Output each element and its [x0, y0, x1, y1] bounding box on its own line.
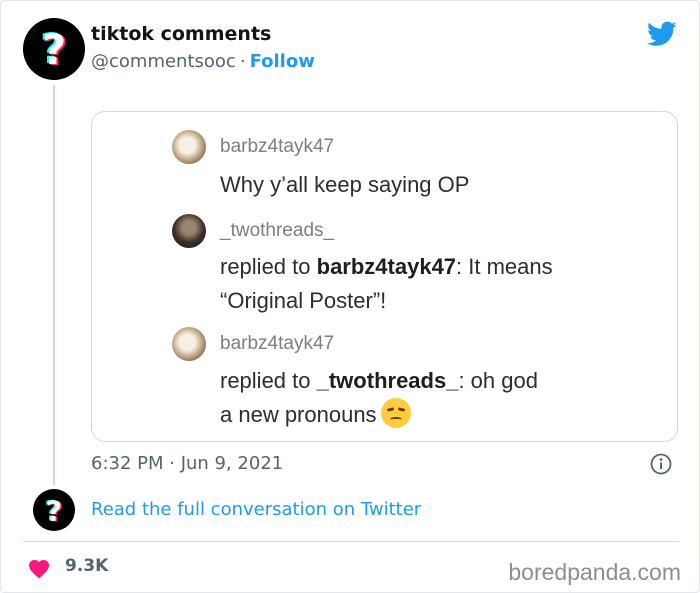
- heart-icon[interactable]: [27, 557, 51, 579]
- tiktok-question-mark-icon: ? ? ?: [44, 494, 63, 528]
- tiktok-question-mark-icon: ? ? ?: [40, 24, 68, 75]
- reply-target: barbz4tayk47: [316, 254, 457, 279]
- svg-text:?: ?: [42, 25, 66, 74]
- comment-text: Why y’all keep saying OP: [220, 172, 470, 197]
- watermark: boredpanda.com: [508, 559, 681, 585]
- svg-text:?: ?: [46, 495, 62, 528]
- tweet-timestamp[interactable]: 6:32 PM · Jun 9, 2021: [91, 453, 283, 474]
- reply-text: : oh god: [458, 368, 538, 393]
- comment-avatar: [172, 130, 206, 164]
- reply-author-avatar[interactable]: ? ? ?: [33, 489, 75, 531]
- comment-text: replied to barbz4tayk47: It means: [220, 250, 553, 284]
- reply-target: _twothreads_: [316, 368, 459, 393]
- author-name[interactable]: tiktok comments: [91, 23, 271, 45]
- comment-avatar: [172, 327, 206, 361]
- divider: [23, 541, 679, 542]
- comment-text-continued: “Original Poster”!: [220, 288, 387, 313]
- thread-connector: [53, 85, 55, 485]
- comment-text-continued: a new pronouns: [220, 398, 411, 432]
- comment-username: barbz4tayk47: [220, 333, 335, 354]
- comment-avatar: [172, 214, 206, 248]
- author-avatar[interactable]: ? ? ?: [23, 18, 85, 80]
- author-handle[interactable]: @commentsooc: [91, 51, 236, 72]
- separator-dot: ·: [239, 51, 246, 72]
- reply-text: : It means: [456, 254, 553, 279]
- tweet-card: ? ? ? tiktok comments @commentsooc · Follo…: [0, 0, 700, 593]
- reply-prefix: replied to: [220, 368, 317, 393]
- like-count[interactable]: 9.3K: [65, 556, 108, 576]
- comment-username: barbz4tayk47: [220, 136, 335, 157]
- follow-button[interactable]: Follow: [250, 51, 315, 72]
- reply-prefix: replied to: [220, 254, 317, 279]
- info-icon[interactable]: [650, 453, 672, 475]
- pouting-face-emoji-icon: [380, 398, 411, 428]
- comment-username: _twothreads_: [220, 220, 335, 241]
- screenshot-media[interactable]: barbz4tayk47 Why y’all keep saying OP _t…: [91, 111, 678, 442]
- comment-text: replied to _twothreads_: oh god: [220, 364, 538, 398]
- comment-line: a new pronouns: [220, 402, 377, 427]
- twitter-bird-icon[interactable]: [647, 21, 677, 47]
- author-handle-row: @commentsooc · Follow: [91, 51, 315, 72]
- read-full-conversation-link[interactable]: Read the full conversation on Twitter: [91, 499, 421, 520]
